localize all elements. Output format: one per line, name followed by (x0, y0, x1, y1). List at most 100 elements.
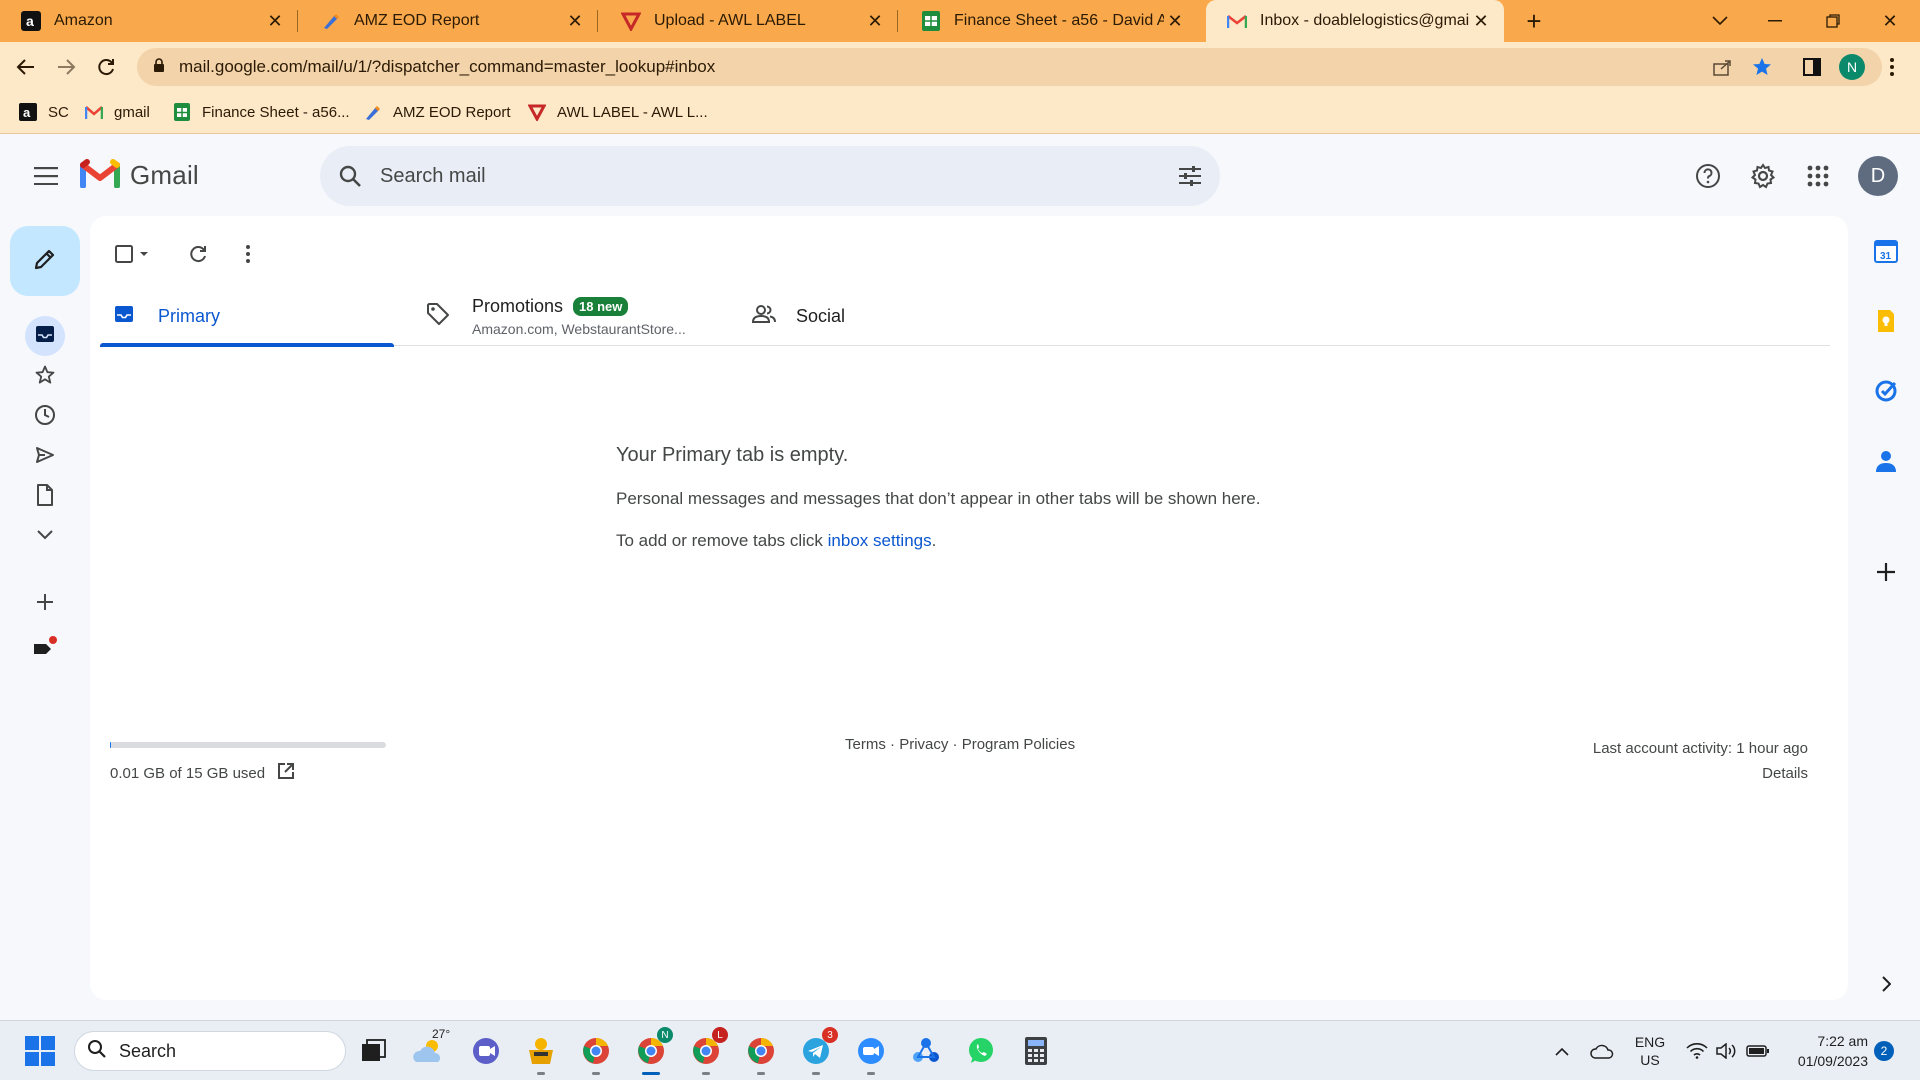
main-menu-icon[interactable] (26, 156, 66, 196)
sheets-icon (172, 102, 192, 122)
notification-count-badge[interactable]: 2 (1874, 1041, 1894, 1061)
external-link-icon[interactable] (277, 762, 295, 784)
task-view-icon[interactable] (354, 1031, 394, 1071)
forward-icon[interactable] (50, 51, 82, 83)
tab-divider (597, 10, 598, 32)
bookmark-finance-sheet[interactable]: Finance Sheet - a56... (172, 102, 350, 122)
new-tab-button[interactable]: + (1518, 5, 1550, 37)
close-tab-icon[interactable]: ✕ (564, 10, 586, 32)
bookmark-awl-label[interactable]: AWL LABEL - AWL L... (527, 102, 708, 122)
system-clock[interactable]: 7:22 am 01/09/2023 (1780, 1031, 1868, 1071)
file-explorer-icon[interactable] (521, 1031, 561, 1075)
close-tab-icon[interactable]: ✕ (864, 10, 886, 32)
bookmark-amz-eod[interactable]: AMZ EOD Report (363, 102, 511, 122)
chrome-profile-n-icon[interactable]: N (631, 1027, 673, 1075)
onedrive-cloud-icon[interactable] (1588, 1021, 1616, 1080)
nav-snoozed[interactable] (25, 397, 65, 437)
reload-icon[interactable] (90, 51, 122, 83)
bookmark-gmail[interactable]: gmail (84, 102, 150, 122)
footer-separator: · (948, 736, 962, 753)
chrome-profile-red-icon[interactable]: L (686, 1027, 728, 1075)
tab-primary[interactable]: Primary (100, 286, 394, 347)
browser-menu-icon[interactable] (1876, 51, 1908, 83)
zoom-icon[interactable] (851, 1031, 891, 1075)
gmail-icon (1226, 10, 1248, 32)
bookmark-label: gmail (114, 103, 150, 121)
show-side-panel-chevron-icon[interactable] (1866, 964, 1906, 1004)
tasks-app-icon[interactable] (1866, 371, 1906, 411)
privacy-link[interactable]: Privacy (899, 736, 948, 753)
gmail-logo[interactable]: Gmail (80, 158, 199, 193)
bookmark-sc[interactable]: a SC (18, 102, 69, 122)
calendar-app-icon[interactable]: 31 (1866, 231, 1906, 271)
windows-start-icon[interactable] (20, 1031, 60, 1071)
browser-tab-amz-eod[interactable]: AMZ EOD Report ✕ (300, 0, 598, 42)
tab-social-label: Social (796, 305, 846, 326)
bookmark-star-icon[interactable] (1746, 51, 1778, 83)
inbox-settings-link[interactable]: inbox settings (828, 531, 932, 550)
address-bar[interactable]: mail.google.com/mail/u/1/?dispatcher_com… (137, 48, 1882, 86)
program-policies-link[interactable]: Program Policies (962, 736, 1075, 753)
minimize-button[interactable] (1745, 0, 1805, 42)
account-avatar[interactable]: D (1858, 156, 1898, 196)
battery-icon[interactable] (1744, 1021, 1772, 1080)
compose-button[interactable] (10, 226, 80, 296)
restore-button[interactable] (1803, 0, 1863, 42)
chrome-profile-l-icon[interactable] (576, 1031, 616, 1075)
search-input[interactable] (380, 164, 1160, 188)
close-tab-icon[interactable]: ✕ (1164, 10, 1186, 32)
details-link[interactable]: Details (1593, 761, 1808, 786)
tag-icon (426, 302, 450, 331)
browser-tab-amazon[interactable]: a Amazon ✕ (0, 0, 298, 42)
search-bar[interactable] (320, 146, 1220, 206)
search-options-icon[interactable] (1160, 165, 1220, 187)
browser-tab-gmail-inbox[interactable]: Inbox - doablelogistics@gmail.com ✕ (1206, 0, 1504, 42)
nav-drafts[interactable] (25, 477, 65, 517)
back-icon[interactable] (10, 51, 42, 83)
search-icon[interactable] (320, 164, 380, 188)
telegram-icon[interactable]: 3 (796, 1027, 838, 1075)
contacts-app-icon[interactable] (1866, 441, 1906, 481)
active-indicator (642, 1072, 660, 1075)
volume-icon[interactable] (1714, 1021, 1740, 1080)
input-language[interactable]: ENG US (1630, 1021, 1670, 1080)
close-window-button[interactable]: ✕ (1860, 0, 1920, 42)
get-add-ons-icon[interactable] (1866, 552, 1906, 592)
network-app-icon[interactable] (906, 1031, 946, 1071)
nav-starred[interactable] (25, 357, 65, 397)
running-indicator (592, 1072, 600, 1075)
whatsapp-icon[interactable] (961, 1031, 1001, 1071)
more-options-icon[interactable] (228, 234, 268, 274)
create-label-button[interactable] (25, 584, 65, 624)
google-apps-icon[interactable] (1798, 156, 1838, 196)
weather-icon[interactable]: 27° (410, 1027, 450, 1071)
nav-label[interactable] (25, 630, 65, 670)
tab-promotions[interactable]: Promotions 18 new Amazon.com, Webstauran… (426, 286, 726, 346)
taskbar-search[interactable]: Search (74, 1031, 346, 1071)
nav-inbox[interactable] (25, 316, 65, 356)
refresh-icon[interactable] (178, 234, 218, 274)
tab-social[interactable]: Social (751, 286, 1052, 346)
nav-more[interactable] (25, 516, 65, 556)
browser-tab-finance-sheet[interactable]: Finance Sheet - a56 - David ANT ✕ (900, 0, 1198, 42)
chrome-profile-g-icon[interactable] (741, 1031, 781, 1075)
select-all-checkbox[interactable] (110, 234, 154, 274)
profile-avatar[interactable]: N (1836, 51, 1868, 83)
keep-app-icon[interactable] (1866, 301, 1906, 341)
close-tab-icon[interactable]: ✕ (1470, 10, 1492, 32)
teams-chat-icon[interactable] (466, 1031, 506, 1071)
wifi-icon[interactable] (1684, 1021, 1710, 1080)
close-tab-icon[interactable]: ✕ (264, 10, 286, 32)
tray-overflow-chevron-icon[interactable] (1550, 1021, 1574, 1080)
search-icon (87, 1039, 107, 1064)
help-icon[interactable] (1688, 156, 1728, 196)
calculator-icon[interactable] (1016, 1031, 1056, 1071)
tab-search-chevron-icon[interactable] (1690, 0, 1750, 42)
terms-link[interactable]: Terms (845, 736, 886, 753)
side-panel-icon[interactable] (1796, 51, 1828, 83)
nav-sent[interactable] (25, 437, 65, 477)
promotions-senders: Amazon.com, WebstaurantStore... (472, 320, 686, 337)
settings-gear-icon[interactable] (1743, 156, 1783, 196)
browser-tab-awl-upload[interactable]: Upload - AWL LABEL ✕ (600, 0, 898, 42)
share-icon[interactable] (1706, 51, 1738, 83)
